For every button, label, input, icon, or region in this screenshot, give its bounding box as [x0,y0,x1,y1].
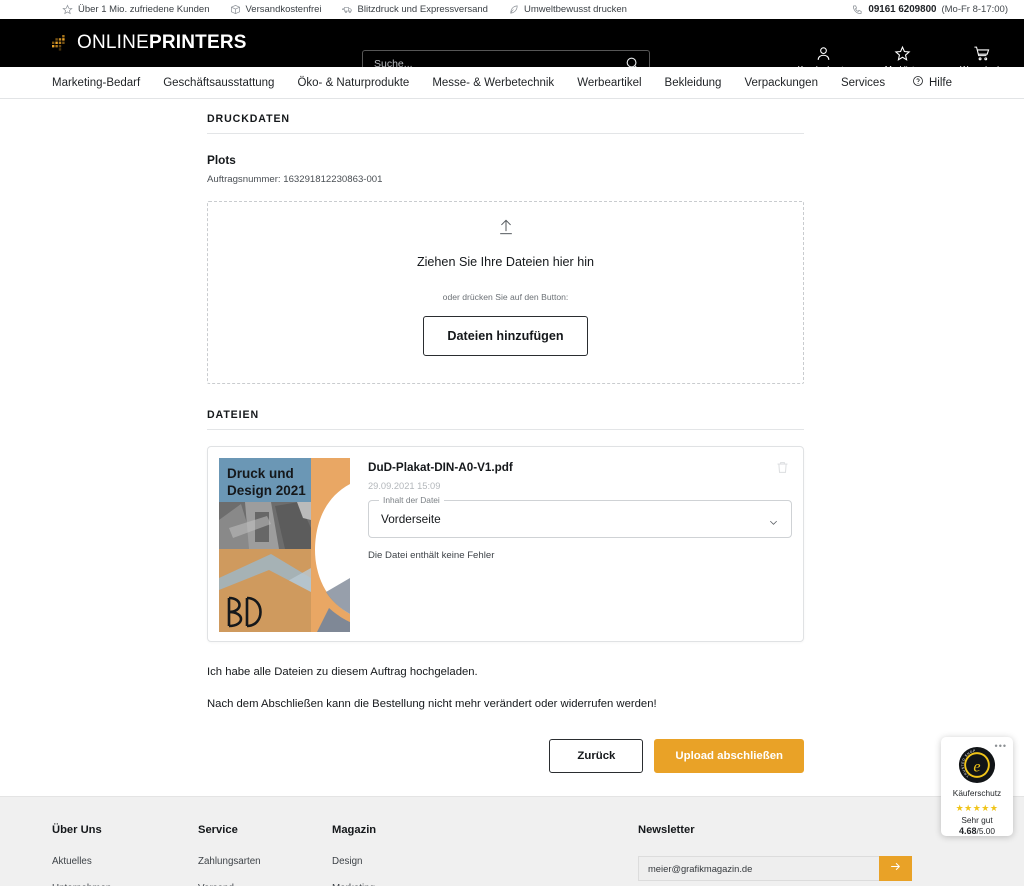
nav-item-marketing-bedarf[interactable]: Marketing-Bedarf [52,77,140,89]
page-root: Über 1 Mio. zufriedene Kunden Versandkos… [0,0,1024,886]
nav-item-werbeartikel[interactable]: Werbeartikel [577,77,641,89]
file-status-message: Die Datei enthält keine Fehler [368,550,495,561]
file-thumbnail[interactable]: Druck und Design 2021 [219,458,350,632]
file-date: 29.09.2021 15:09 [368,481,441,491]
top-utility-items: Über 1 Mio. zufriedene Kunden Versandkos… [62,4,627,15]
question-circle-icon [912,75,924,90]
rating-quality-label: Sehr gut [961,815,993,825]
svg-text:Design 2021: Design 2021 [227,483,306,498]
logo-wordmark: ONLINEPRINTERS [77,32,247,54]
box-icon [230,4,241,15]
footer-heading-magazin: Magazin [332,824,377,836]
logo-text-bold: PRINTERS [148,32,247,53]
phone-icon [852,4,863,15]
usp-item-shipping: Versandkostenfrei [230,4,322,15]
rating-stars: ★★★★★ [955,803,999,813]
main-navigation: Marketing-Bedarf Geschäftsausstattung Ök… [0,67,1024,99]
cart-icon [973,45,990,62]
leaf-icon [508,4,519,15]
ellipsis-icon[interactable]: ••• [995,741,1007,751]
footer-heading-newsletter: Newsletter [638,824,695,836]
truck-icon [341,4,353,15]
trusted-shops-badge[interactable]: ••• e TRUSTED SHOPS Käuferschutz ★★★★★ S… [941,737,1013,836]
upload-confirm-text: Ich habe alle Dateien zu diesem Auftrag … [207,666,478,678]
footer-column-service: Service Zahlungsarten Versand [198,824,332,886]
trash-icon[interactable] [775,460,790,480]
job-number: Auftragsnummer: 163291812230863-001 [207,174,383,185]
usp-item-customers: Über 1 Mio. zufriedene Kunden [62,4,210,15]
site-footer: Über Uns Aktuelles Unternehmen Service Z… [0,796,1024,886]
nav-item-services[interactable]: Services [841,77,885,89]
svg-text:Druck und: Druck und [227,466,294,481]
file-name: DuD-Plakat-DIN-A0-V1.pdf [368,461,513,474]
footer-column-ueber-uns: Über Uns Aktuelles Unternehmen [52,824,198,886]
action-button-row: Zurück Upload abschließen [207,739,804,773]
file-card: Druck und Design 2021 DuD-Plakat-DIN-A0-… [207,446,804,642]
file-details: DuD-Plakat-DIN-A0-V1.pdf 29.09.2021 15:0… [368,458,792,630]
arrow-right-icon [889,860,902,878]
site-header: ONLINEPRINTERS Kundenkonto Merkliste [0,19,1024,77]
rating-score: 4.68 [959,826,977,836]
dropzone-subline: oder drücken Sie auf den Button: [442,292,569,302]
nav-item-oeko-naturprodukte[interactable]: Öko- & Naturprodukte [297,77,409,89]
phone-hours: (Mo-Fr 8-17:00) [941,4,1008,15]
star-icon [62,4,73,15]
rating-value: 4.68/5.00 [959,826,995,836]
back-button[interactable]: Zurück [549,739,644,773]
nav-help-label: Hilfe [928,76,952,89]
star-outline-icon [894,45,911,62]
footer-link-aktuelles[interactable]: Aktuelles [52,856,198,867]
file-content-select[interactable]: Inhalt der Datei Vorderseite [368,495,792,538]
footer-column-magazin: Magazin Design Marketing [332,824,638,886]
rating-max: /5.00 [976,826,995,836]
logo-text-light: ONLINE [77,32,149,53]
svg-text:e: e [973,759,980,776]
footer-link-design[interactable]: Design [332,856,638,867]
footer-link-zahlungsarten[interactable]: Zahlungsarten [198,856,332,867]
section-title-dateien: DATEIEN [207,409,804,430]
usp-label-express: Blitzdruck und Expressversand [357,4,488,15]
nav-item-bekleidung[interactable]: Bekleidung [665,77,722,89]
site-logo[interactable]: ONLINEPRINTERS [52,32,247,54]
nav-item-geschaeftsausstattung[interactable]: Geschäftsausstattung [163,77,274,89]
section-title-druckdaten: DRUCKDATEN [207,113,804,134]
file-content-select-label: Inhalt der Datei [379,495,444,505]
file-dropzone[interactable]: Ziehen Sie Ihre Dateien hier hin oder dr… [207,201,804,384]
newsletter-email-input[interactable] [638,856,879,881]
finish-upload-button[interactable]: Upload abschließen [654,739,804,773]
trusted-shops-seal-icon: e TRUSTED SHOPS [957,743,996,784]
upload-arrow-icon [496,217,516,242]
newsletter-form [638,856,912,881]
pixel-grid-logo-icon [52,35,68,51]
phone-number[interactable]: 09161 6209800 [868,4,936,15]
add-files-button[interactable]: Dateien hinzufügen [423,316,588,356]
usp-item-eco: Umweltbewusst drucken [508,4,627,15]
newsletter-submit-button[interactable] [879,856,912,881]
upload-warning-text: Nach dem Abschließen kann die Bestellung… [207,698,657,710]
usp-label-shipping: Versandkostenfrei [245,4,322,15]
nav-item-verpackungen[interactable]: Verpackungen [744,77,818,89]
footer-column-newsletter: Newsletter [638,824,912,886]
file-content-select-value: Vorderseite [381,512,441,526]
top-utility-phone: 09161 6209800 (Mo-Fr 8-17:00) [852,4,1008,15]
job-name: Plots [207,153,236,167]
dropzone-headline: Ziehen Sie Ihre Dateien hier hin [416,255,595,269]
nav-item-list: Marketing-Bedarf Geschäftsausstattung Ök… [52,77,885,89]
nav-item-help[interactable]: Hilfe [912,75,952,90]
footer-heading-ueber-uns: Über Uns [52,824,102,836]
main-content: DRUCKDATEN Plots Auftragsnummer: 1632918… [0,99,1024,773]
trusted-shops-title: Käuferschutz [952,788,1002,798]
usp-label-eco: Umweltbewusst drucken [523,4,627,15]
chevron-down-icon [768,515,779,533]
user-icon [815,45,832,62]
content-column: DRUCKDATEN Plots Auftragsnummer: 1632918… [207,113,804,773]
usp-label-customers: Über 1 Mio. zufriedene Kunden [78,4,210,15]
usp-item-express: Blitzdruck und Expressversand [341,4,488,15]
top-utility-bar: Über 1 Mio. zufriedene Kunden Versandkos… [0,0,1024,19]
nav-item-messe-werbetechnik[interactable]: Messe- & Werbetechnik [432,77,554,89]
footer-heading-service: Service [198,824,238,836]
footer-columns: Über Uns Aktuelles Unternehmen Service Z… [0,797,1024,886]
